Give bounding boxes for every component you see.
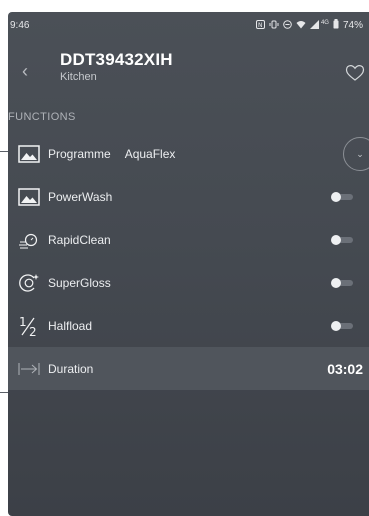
image-icon [18, 143, 40, 165]
function-label: PowerWash [48, 189, 113, 204]
functions-section-label: FUNCTIONS [8, 111, 76, 123]
halfload-toggle[interactable] [331, 321, 353, 331]
app-header: ‹ DDT39432XIH Kitchen [8, 38, 369, 98]
function-label: Halfload [48, 318, 93, 333]
duration-arrow-icon [18, 358, 40, 380]
svg-text:N: N [258, 22, 263, 29]
function-row-rapidclean: RapidClean [8, 218, 369, 261]
programme-value: AquaFlex [124, 146, 176, 161]
super-gloss-icon [18, 272, 40, 294]
function-label: RapidClean [48, 232, 111, 247]
status-bar: 9:46 N 4G 74% [8, 12, 369, 38]
status-icons: N 4G 74% [255, 19, 363, 31]
app-screen: 9:46 N 4G 74% ‹ DDT39432XIH Kitchen FUNC… [8, 12, 369, 516]
rapidclean-toggle[interactable] [331, 235, 353, 245]
nfc-icon: N [255, 19, 265, 31]
duration-row: Duration 03:02 [8, 347, 369, 390]
do-not-disturb-icon [283, 19, 292, 31]
function-label: SuperGloss [48, 275, 111, 290]
function-row-supergloss: SuperGloss [8, 261, 369, 304]
back-chevron-icon[interactable]: ‹ [22, 62, 28, 80]
function-row-powerwash: PowerWash [8, 175, 369, 218]
battery-icon [333, 19, 339, 31]
wifi-icon [296, 20, 306, 31]
programme-label: Programme [48, 146, 111, 161]
signal-icon [309, 19, 320, 31]
rapid-clean-icon [18, 229, 40, 251]
heart-icon[interactable] [345, 64, 365, 82]
duration-label: Duration [48, 361, 94, 376]
half-load-icon: 12 [18, 315, 40, 337]
network-type: 4G [320, 19, 329, 26]
image-icon [18, 186, 40, 208]
device-title: DDT39432XIH [60, 50, 173, 69]
svg-text:2: 2 [29, 325, 37, 337]
function-row-halfload: 12 Halfload [8, 304, 369, 347]
battery-level: 74% [342, 19, 363, 31]
supergloss-toggle[interactable] [331, 278, 353, 288]
powerwash-toggle[interactable] [331, 192, 353, 202]
vibrate-icon [269, 20, 279, 31]
device-location: Kitchen [60, 71, 97, 83]
expand-chevron-icon[interactable]: ⌄ [343, 137, 369, 171]
svg-text:1: 1 [19, 315, 27, 329]
programme-row[interactable]: Programme AquaFlex ⌄ [8, 132, 369, 175]
duration-value: 03:02 [327, 360, 363, 377]
status-time: 9:46 [10, 19, 30, 31]
